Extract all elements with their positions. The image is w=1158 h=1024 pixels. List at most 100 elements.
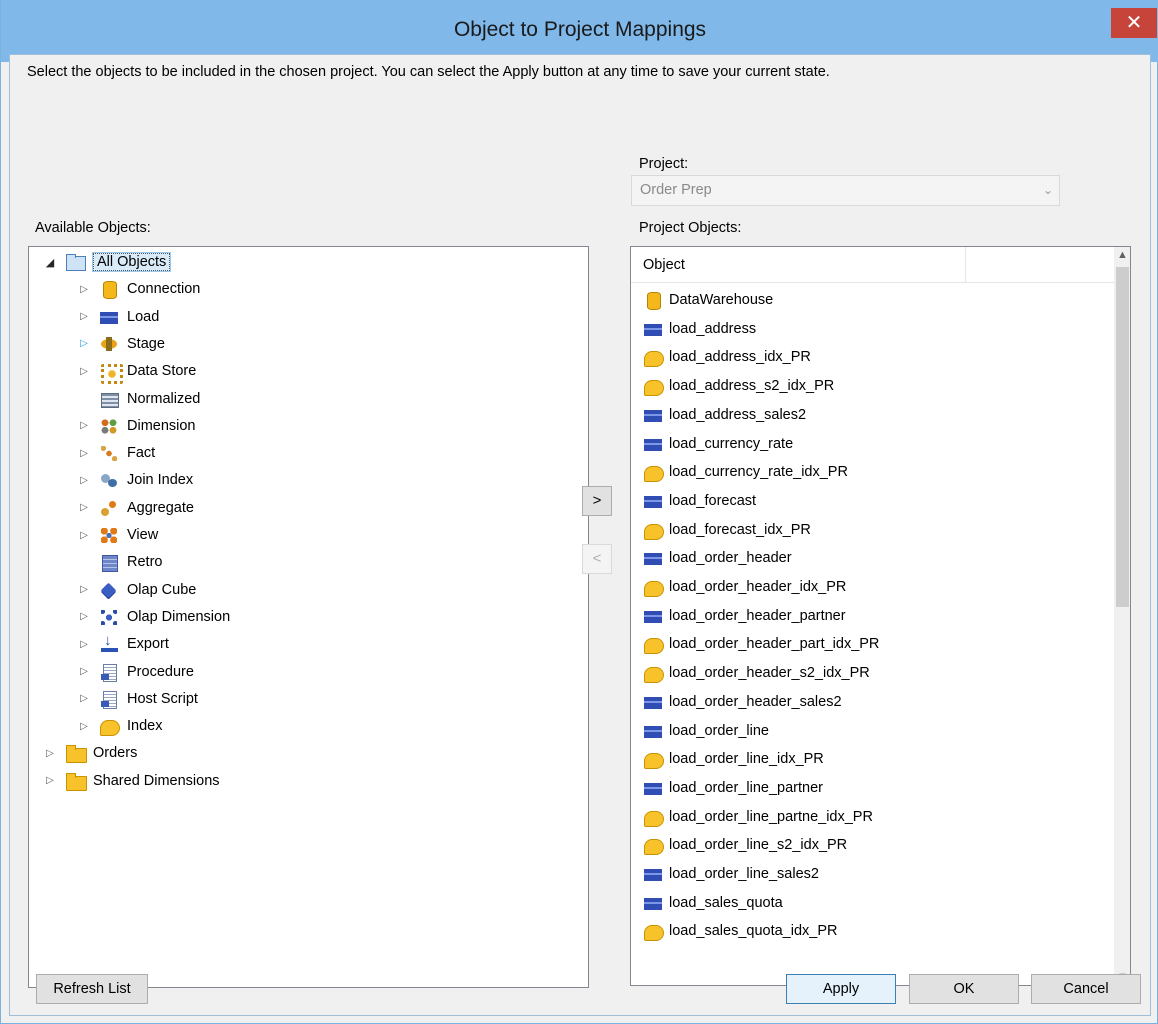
project-combobox[interactable]: Order Prep ⌄	[631, 175, 1060, 206]
expand-arrow-icon[interactable]: ▷	[75, 530, 93, 541]
list-item[interactable]: load_order_header_partner	[643, 603, 846, 629]
vertical-scrollbar[interactable]: ▲ ▼	[1114, 247, 1130, 985]
tree-node[interactable]: ▷ Index	[75, 714, 162, 738]
list-item[interactable]: DataWarehouse	[643, 287, 773, 313]
expand-arrow-icon[interactable]: ▷	[75, 311, 93, 322]
scroll-up-arrow-icon[interactable]: ▲	[1114, 249, 1130, 261]
list-item[interactable]: load_order_line_s2_idx_PR	[643, 832, 847, 858]
tree-node[interactable]: ▷ Procedure	[75, 660, 194, 684]
load-table-icon	[643, 549, 663, 567]
expand-arrow-icon[interactable]: ▷	[75, 502, 93, 513]
list-item[interactable]: load_sales_quota_idx_PR	[643, 918, 838, 944]
tree-node[interactable]: ▷ Load	[75, 305, 159, 329]
list-item[interactable]: load_order_line_partne_idx_PR	[643, 804, 873, 830]
expand-arrow-icon[interactable]: ▷	[75, 639, 93, 650]
export-icon	[99, 632, 119, 653]
list-item[interactable]: load_address_s2_idx_PR	[643, 373, 834, 399]
expand-arrow-icon[interactable]: ▷	[75, 584, 93, 595]
list-item[interactable]: load_order_header_idx_PR	[643, 574, 846, 600]
connection-icon	[99, 280, 119, 300]
tree-node[interactable]: ▷ Host Script	[75, 687, 198, 711]
collapse-arrow-icon[interactable]: ◢	[41, 256, 59, 269]
expand-arrow-icon[interactable]: ▷	[75, 366, 93, 377]
project-objects-list[interactable]: Object DataWarehouse load_address load_add…	[630, 246, 1131, 986]
list-item[interactable]: load_order_line_sales2	[643, 861, 819, 887]
expand-arrow-icon[interactable]: ▷	[75, 666, 93, 677]
host-script-icon	[99, 690, 119, 709]
list-item-label: load_order_header_part_idx_PR	[669, 636, 880, 653]
folder-icon	[65, 744, 87, 764]
expand-arrow-icon[interactable]: ▷	[75, 420, 93, 431]
tree-node[interactable]: ▷ Aggregate	[75, 496, 194, 520]
apply-button[interactable]: Apply	[786, 974, 896, 1004]
list-item[interactable]: load_currency_rate	[643, 431, 793, 457]
tree-node[interactable]: ▷ Export	[75, 632, 169, 656]
tree-node-label: Olap Cube	[127, 581, 197, 598]
cancel-button[interactable]: Cancel	[1031, 974, 1141, 1004]
list-item[interactable]: load_order_header_sales2	[643, 689, 842, 715]
column-separator[interactable]	[965, 247, 966, 283]
title-bar[interactable]: Object to Project Mappings	[1, 0, 1158, 62]
list-item[interactable]: load_address_sales2	[643, 402, 806, 428]
tree-node[interactable]: ▷ Fact	[75, 441, 155, 465]
list-item[interactable]: load_forecast_idx_PR	[643, 517, 811, 543]
tree-node[interactable]: ▷ Stage	[75, 332, 165, 356]
close-button[interactable]: ✕	[1111, 8, 1157, 38]
list-item[interactable]: load_order_line	[643, 718, 769, 744]
list-item[interactable]: load_address	[643, 316, 756, 342]
tree-node-label: Aggregate	[127, 499, 194, 516]
tree-node[interactable]: Normalized	[75, 387, 200, 411]
list-item[interactable]: load_order_line_idx_PR	[643, 746, 824, 772]
tree-node[interactable]: ▷ Dimension	[75, 414, 196, 438]
tree-node[interactable]: ▷ Data Store	[75, 359, 196, 385]
tree-node[interactable]: ▷ Join Index	[75, 468, 193, 492]
folder-blue-icon	[65, 253, 86, 271]
data-store-icon	[99, 362, 123, 385]
expand-arrow-icon[interactable]: ▷	[41, 748, 59, 759]
load-table-icon	[643, 865, 663, 883]
tree-node[interactable]: ▷ Olap Cube	[75, 578, 196, 602]
list-item-label: DataWarehouse	[669, 292, 774, 308]
index-icon	[643, 521, 664, 540]
list-item[interactable]: load_address_idx_PR	[643, 344, 811, 370]
tree-node[interactable]: ▷ View	[75, 523, 158, 547]
load-table-icon	[643, 693, 663, 711]
olap-cube-icon	[99, 581, 119, 599]
list-item[interactable]: load_forecast	[643, 488, 756, 514]
expand-arrow-icon[interactable]: ▷	[75, 693, 93, 704]
tree-node-label: Normalized	[127, 390, 201, 407]
list-item[interactable]: load_order_line_partner	[643, 775, 823, 801]
expand-arrow-icon[interactable]: ▷	[75, 448, 93, 459]
expand-arrow-icon[interactable]: ▷	[75, 284, 93, 295]
remove-from-project-button[interactable]: <	[582, 544, 612, 574]
list-item-label: load_currency_rate	[669, 435, 794, 452]
dimension-icon	[99, 417, 119, 435]
available-objects-tree[interactable]: ◢ All Objects ▷ Connection ▷ Load ▷ Stage ▷ Data …	[28, 246, 589, 988]
expand-arrow-icon[interactable]: ▷	[75, 338, 93, 349]
tree-node[interactable]: ▷ Shared Dimensions	[41, 769, 220, 793]
tree-node[interactable]: ▷ Olap Dimension	[75, 605, 230, 629]
list-item[interactable]: load_currency_rate_idx_PR	[643, 459, 848, 485]
expand-arrow-icon[interactable]: ▷	[75, 475, 93, 486]
column-header-object[interactable]: Object	[643, 257, 685, 273]
list-item[interactable]: load_order_header_part_idx_PR	[643, 631, 879, 657]
list-item[interactable]: load_order_header_s2_idx_PR	[643, 660, 870, 686]
tree-node[interactable]: ▷ Orders	[41, 741, 137, 765]
list-item[interactable]: load_order_header	[643, 545, 792, 571]
scroll-thumb[interactable]	[1116, 267, 1129, 607]
expand-arrow-icon[interactable]: ▷	[41, 775, 59, 786]
expand-arrow-icon[interactable]: ▷	[75, 611, 93, 622]
load-table-icon	[643, 435, 663, 453]
expand-arrow-icon[interactable]: ▷	[75, 721, 93, 732]
ok-button[interactable]: OK	[909, 974, 1019, 1004]
tree-node[interactable]: ▷ Connection	[75, 277, 200, 301]
tree-node[interactable]: Retro	[75, 550, 162, 574]
tree-node[interactable]: ◢ All Objects	[41, 250, 172, 274]
aggregate-icon	[99, 499, 119, 517]
load-table-icon	[643, 607, 663, 625]
list-item[interactable]: load_sales_quota	[643, 890, 783, 916]
project-label: Project:	[639, 156, 689, 172]
add-to-project-button[interactable]: >	[582, 486, 612, 516]
refresh-list-button[interactable]: Refresh List	[36, 974, 148, 1004]
list-item-label: load_address_idx_PR	[669, 349, 811, 366]
